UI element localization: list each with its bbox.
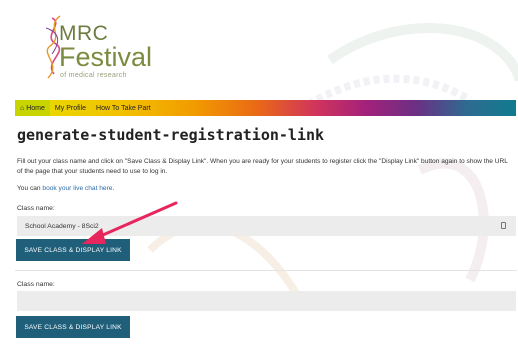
book-live-chat-link[interactable]: book your live chat here <box>42 185 112 192</box>
main-nav: ⌂ Home My Profile How To Take Part <box>15 100 516 116</box>
clipboard-icon[interactable] <box>501 222 506 229</box>
page-title: generate-student-registration-link <box>17 126 325 144</box>
nav-how-to-take-part-label: How To Take Part <box>96 104 151 112</box>
chat-line: You can book your live chat here. <box>17 185 114 192</box>
class-name-label-2: Class name: <box>17 281 55 288</box>
logo-subtitle: of medical research <box>60 72 127 79</box>
chat-suffix: . <box>112 185 115 192</box>
save-class-display-link-button-2[interactable]: SAVE CLASS & DISPLAY LINK <box>16 316 130 338</box>
nav-my-profile-label: My Profile <box>54 104 87 112</box>
logo-festival-text: Festival <box>59 42 153 72</box>
nav-how-to-take-part[interactable]: How To Take Part <box>91 100 156 116</box>
chat-prefix: You can <box>17 185 43 192</box>
class-name-label: Class name: <box>17 205 55 212</box>
nav-home[interactable]: ⌂ Home <box>15 100 50 116</box>
form-divider <box>15 270 517 271</box>
class-name-value: School Academy - 8Sci2 <box>25 222 99 230</box>
home-icon: ⌂ <box>20 104 25 112</box>
mrc-festival-logo[interactable]: MRC Festival of medical research <box>34 14 164 82</box>
class-name-input[interactable]: School Academy - 8Sci2 <box>17 216 516 236</box>
class-name-input-2[interactable] <box>17 291 516 311</box>
nav-home-label: Home <box>26 104 45 112</box>
nav-my-profile[interactable]: My Profile <box>50 100 91 116</box>
save-class-display-link-button[interactable]: SAVE CLASS & DISPLAY LINK <box>16 239 130 261</box>
intro-text: Fill out your class name and click on "S… <box>17 158 508 175</box>
